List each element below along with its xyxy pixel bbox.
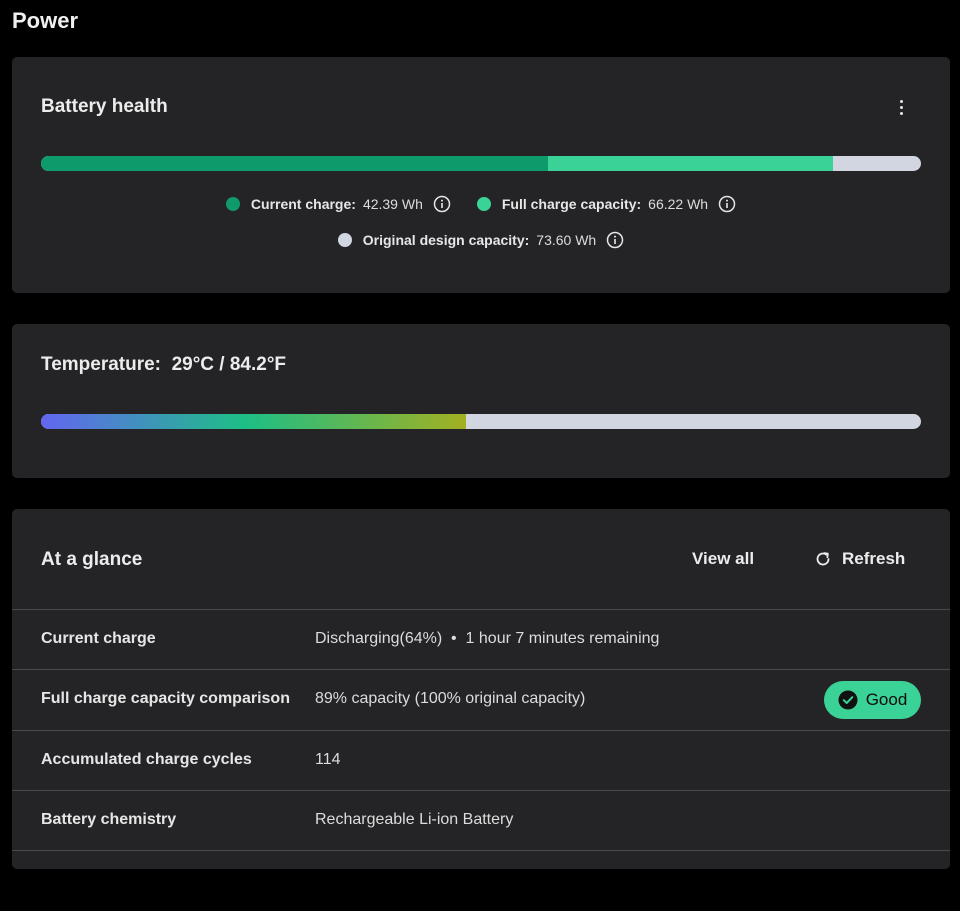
current-charge-value: 42.39 Wh	[362, 196, 423, 212]
legend-full-charge: Full charge capacity: 66.22 Wh	[476, 195, 736, 213]
check-circle-icon	[838, 690, 858, 710]
table-row: Current charge Discharging(64%) • 1 hour…	[12, 609, 950, 670]
row-value: 89% capacity (100% original capacity)	[315, 690, 586, 707]
table-row: Full charge capacity comparison 89% capa…	[12, 669, 950, 730]
design-capacity-label: Original design capacity:	[362, 232, 530, 248]
battery-health-title: Battery health	[41, 96, 168, 117]
temperature-card: Temperature: 29°C / 84.2°F	[12, 324, 950, 478]
current-charge-dot	[225, 197, 240, 211]
battery-legend-row-1: Current charge: 42.39 Wh Full charge cap…	[12, 195, 950, 213]
full-charge-value: 66.22 Wh	[648, 196, 709, 212]
row-value: Rechargeable Li-ion Battery	[315, 811, 514, 828]
view-all-label: View all	[692, 549, 755, 568]
temperature-fill	[41, 414, 467, 429]
design-capacity-value: 73.60 Wh	[536, 232, 597, 248]
info-circle-icon[interactable]	[718, 195, 736, 213]
legend-current-charge: Current charge: 42.39 Wh	[225, 195, 451, 213]
at-a-glance-card: At a glance View all Refresh Current cha…	[12, 509, 950, 869]
current-charge-label: Current charge:	[250, 196, 356, 212]
info-circle-icon[interactable]	[606, 231, 624, 249]
full-charge-dot	[476, 197, 491, 211]
row-value: 114	[315, 751, 341, 768]
legend-design-capacity: Original design capacity: 73.60 Wh	[337, 231, 624, 249]
refresh-icon	[814, 550, 832, 568]
table-row: Battery chemistry Rechargeable Li-ion Ba…	[12, 790, 950, 851]
battery-health-card: Battery health Current charge: 42.39 Wh …	[12, 57, 950, 293]
row-label: Accumulated charge cycles	[41, 751, 252, 768]
current-charge-segment	[41, 156, 548, 171]
info-circle-icon[interactable]	[433, 195, 451, 213]
page-title: Power	[12, 8, 79, 33]
status-badge-label: Good	[865, 690, 908, 709]
temperature-title: Temperature: 29°C / 84.2°F	[41, 354, 287, 375]
more-vertical-icon[interactable]	[890, 93, 912, 121]
refresh-label: Refresh	[842, 549, 906, 568]
battery-capacity-bar	[41, 156, 921, 171]
battery-legend-row-2: Original design capacity: 73.60 Wh	[12, 231, 950, 249]
row-label: Current charge	[41, 630, 156, 647]
table-row	[12, 850, 950, 911]
full-charge-label: Full charge capacity:	[501, 196, 642, 212]
row-value: Discharging(64%) • 1 hour 7 minutes rema…	[315, 630, 660, 647]
temperature-bar	[41, 414, 921, 429]
row-label: Full charge capacity comparison	[41, 690, 290, 707]
design-capacity-dot	[337, 233, 352, 247]
table-row: Accumulated charge cycles 114	[12, 730, 950, 791]
view-all-button[interactable]: View all	[692, 549, 754, 569]
row-label: Battery chemistry	[41, 811, 177, 828]
status-badge: Good	[824, 681, 921, 719]
refresh-button[interactable]: Refresh	[814, 549, 905, 569]
at-a-glance-title: At a glance	[41, 549, 143, 570]
